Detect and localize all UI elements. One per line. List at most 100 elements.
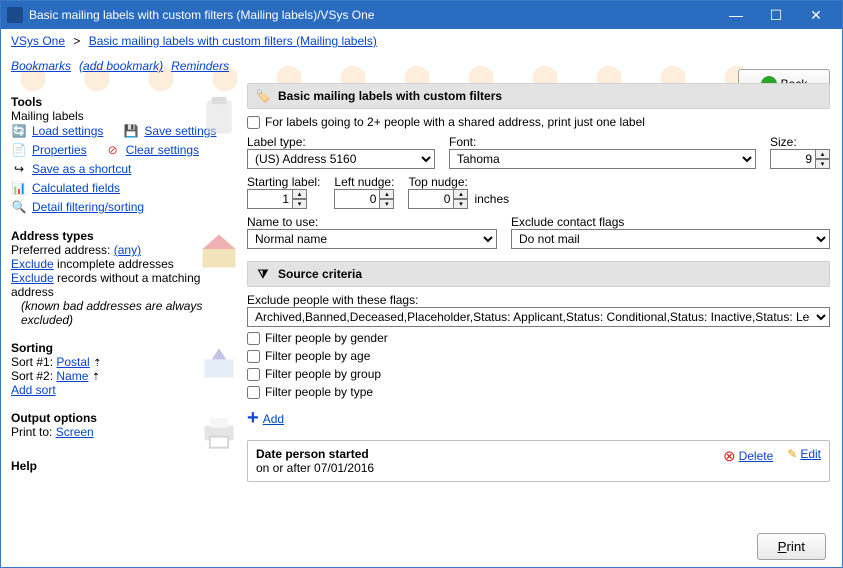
main-header-title: Basic mailing labels with custom filters	[278, 89, 502, 103]
delete-criteria-link[interactable]: Delete	[739, 449, 774, 463]
clear-settings-link[interactable]: Clear settings	[126, 143, 199, 157]
add-bookmark-link[interactable]: (add bookmark)	[79, 59, 163, 73]
main-header: 🏷️ Basic mailing labels with custom filt…	[247, 83, 830, 109]
left-nudge-label: Left nudge:	[334, 175, 394, 189]
bookmarks-bar: Bookmarks (add bookmark) Reminders	[1, 53, 842, 79]
print-to-label: Print to:	[11, 425, 56, 439]
add-criteria-row[interactable]: + Add	[247, 407, 830, 430]
close-button[interactable]: ✕	[796, 3, 836, 27]
size-up[interactable]: ▴	[816, 149, 830, 159]
topn-down[interactable]: ▾	[454, 199, 468, 209]
name-to-use-label: Name to use:	[247, 215, 497, 229]
breadcrumb: VSys One > Basic mailing labels with cus…	[1, 29, 842, 53]
font-select[interactable]: Tahoma	[449, 149, 756, 169]
clear-icon: ⊘	[105, 142, 121, 158]
app-icon	[7, 7, 23, 23]
edit-criteria-link[interactable]: Edit	[800, 447, 821, 461]
print-to-value[interactable]: Screen	[56, 425, 94, 439]
starting-label-spinner[interactable]: ▴▾	[247, 189, 320, 209]
reminders-link[interactable]: Reminders	[171, 59, 229, 73]
exclude-flags-label: Exclude contact flags	[511, 215, 830, 229]
shared-address-checkbox[interactable]	[247, 116, 260, 129]
sort2-dir-icon[interactable]	[92, 369, 100, 383]
size-down[interactable]: ▾	[816, 159, 830, 169]
exclude-people-select[interactable]: Archived,Banned,Deceased,Placeholder,Sta…	[247, 307, 830, 327]
printer-icon	[197, 411, 241, 455]
properties-link[interactable]: Properties	[32, 143, 87, 157]
start-down[interactable]: ▾	[293, 199, 307, 209]
label-type-select[interactable]: (US) Address 5160	[247, 149, 435, 169]
properties-icon: 📄	[11, 142, 27, 158]
topn-up[interactable]: ▴	[454, 189, 468, 199]
funnel-icon: ⧩	[254, 265, 272, 283]
window-title: Basic mailing labels with custom filters…	[29, 8, 716, 22]
add-criteria-link[interactable]: Add	[263, 412, 284, 426]
top-nudge-spinner[interactable]: ▴▾	[408, 189, 468, 209]
save-icon: 💾	[123, 123, 139, 139]
filter-icon: 🔍	[11, 199, 27, 215]
filter-age-checkbox[interactable]	[247, 350, 260, 363]
size-label: Size:	[770, 135, 830, 149]
name-to-use-select[interactable]: Normal name	[247, 229, 497, 249]
sort1-label: Sort #1:	[11, 355, 56, 369]
sort1-dir-icon[interactable]	[93, 355, 101, 369]
filter-group-checkbox[interactable]	[247, 368, 260, 381]
breadcrumb-sep: >	[70, 34, 84, 48]
pref-addr-value[interactable]: (any)	[114, 243, 141, 257]
left-nudge-spinner[interactable]: ▴▾	[334, 189, 394, 209]
delete-icon: ⊗	[723, 447, 736, 465]
leftn-down[interactable]: ▾	[380, 199, 394, 209]
filter-gender-checkbox[interactable]	[247, 332, 260, 345]
print-button-rest: rint	[786, 539, 805, 554]
sorting-icon	[197, 341, 241, 385]
source-header: ⧩ Source criteria	[247, 261, 830, 287]
criteria-detail: on or after 07/01/2016	[256, 461, 723, 475]
load-icon: 🔄	[11, 123, 27, 139]
pref-addr-label: Preferred address:	[11, 243, 110, 257]
shared-address-label: For labels going to 2+ people with a sha…	[265, 115, 645, 129]
exclude-incomplete-link[interactable]: Exclude	[11, 257, 54, 271]
starting-label-input[interactable]	[247, 189, 293, 209]
left-sidebar: Tools Mailing labels 🔄 Load settings 💾 S…	[1, 79, 243, 525]
filter-type-label: Filter people by type	[265, 385, 373, 399]
font-label: Font:	[449, 135, 756, 149]
minimize-button[interactable]: —	[716, 3, 756, 27]
top-nudge-label: Top nudge:	[408, 175, 509, 189]
criteria-title: Date person started	[256, 447, 723, 461]
size-input[interactable]	[770, 149, 816, 169]
exclude-incomplete-text: incomplete addresses	[54, 257, 174, 271]
filter-gender-label: Filter people by gender	[265, 331, 388, 345]
exclude-flags-select[interactable]: Do not mail	[511, 229, 830, 249]
clipboard-icon	[197, 95, 241, 139]
filter-age-label: Filter people by age	[265, 349, 370, 363]
source-header-title: Source criteria	[278, 267, 362, 281]
leftn-up[interactable]: ▴	[380, 189, 394, 199]
criteria-item: Date person started on or after 07/01/20…	[247, 440, 830, 482]
plus-icon: +	[247, 407, 259, 430]
bookmarks-link[interactable]: Bookmarks	[11, 59, 71, 73]
nudge-unit-label: inches	[474, 192, 509, 206]
sort1-value[interactable]: Postal	[56, 355, 89, 369]
add-sort-link[interactable]: Add sort	[11, 383, 56, 397]
calculated-fields-link[interactable]: Calculated fields	[32, 181, 120, 195]
save-shortcut-link[interactable]: Save as a shortcut	[32, 162, 131, 176]
sort2-value[interactable]: Name	[56, 369, 88, 383]
size-spinner[interactable]: ▴▾	[770, 149, 830, 169]
title-bar: Basic mailing labels with custom filters…	[1, 1, 842, 29]
house-icon	[197, 229, 241, 273]
print-button[interactable]: Print	[757, 533, 826, 560]
detail-filtering-link[interactable]: Detail filtering/sorting	[32, 200, 144, 214]
exclude-nomatch-link[interactable]: Exclude	[11, 271, 54, 285]
load-settings-link[interactable]: Load settings	[32, 124, 103, 138]
starting-label-label: Starting label:	[247, 175, 320, 189]
help-heading[interactable]: Help	[11, 459, 237, 473]
left-nudge-input[interactable]	[334, 189, 380, 209]
top-nudge-input[interactable]	[408, 189, 454, 209]
shortcut-icon: ↪	[11, 161, 27, 177]
exclude-people-label: Exclude people with these flags:	[247, 293, 830, 307]
maximize-button[interactable]: ☐	[756, 3, 796, 27]
start-up[interactable]: ▴	[293, 189, 307, 199]
breadcrumb-root[interactable]: VSys One	[11, 34, 65, 48]
filter-type-checkbox[interactable]	[247, 386, 260, 399]
breadcrumb-current[interactable]: Basic mailing labels with custom filters…	[89, 34, 377, 48]
